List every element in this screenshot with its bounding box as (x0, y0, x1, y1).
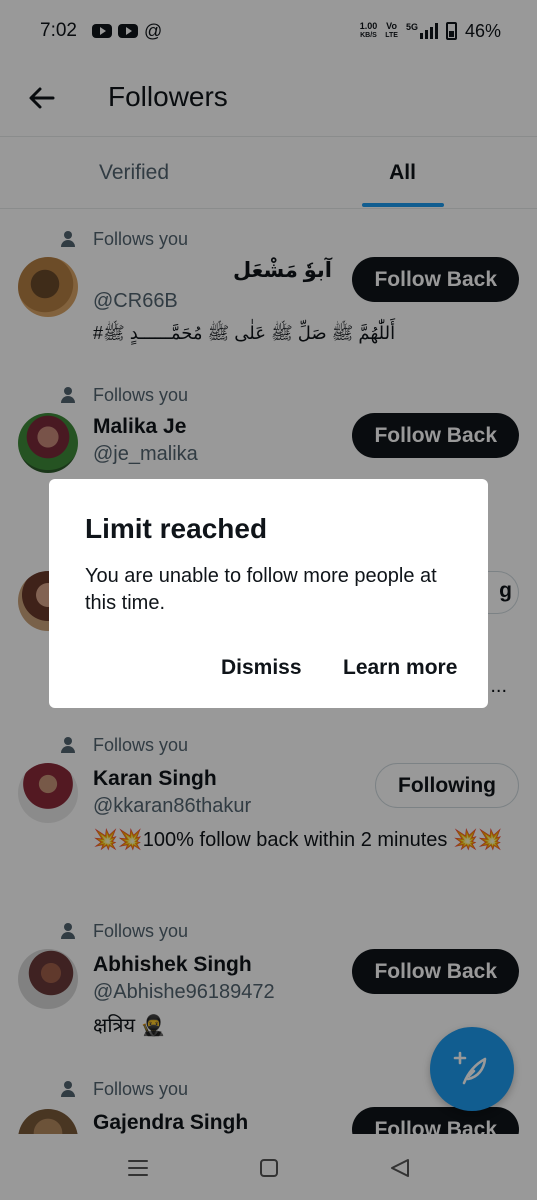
limit-reached-dialog: Limit reached You are unable to follow m… (49, 479, 488, 708)
learn-more-button[interactable]: Learn more (343, 656, 457, 680)
dismiss-button[interactable]: Dismiss (221, 656, 302, 680)
dialog-title: Limit reached (85, 513, 268, 544)
dialog-message: You are unable to follow more people at … (85, 565, 437, 614)
followers-screen: 7:02 @ 1.00 KB/S Vo LTE 5G 46% Followers… (0, 0, 537, 1200)
